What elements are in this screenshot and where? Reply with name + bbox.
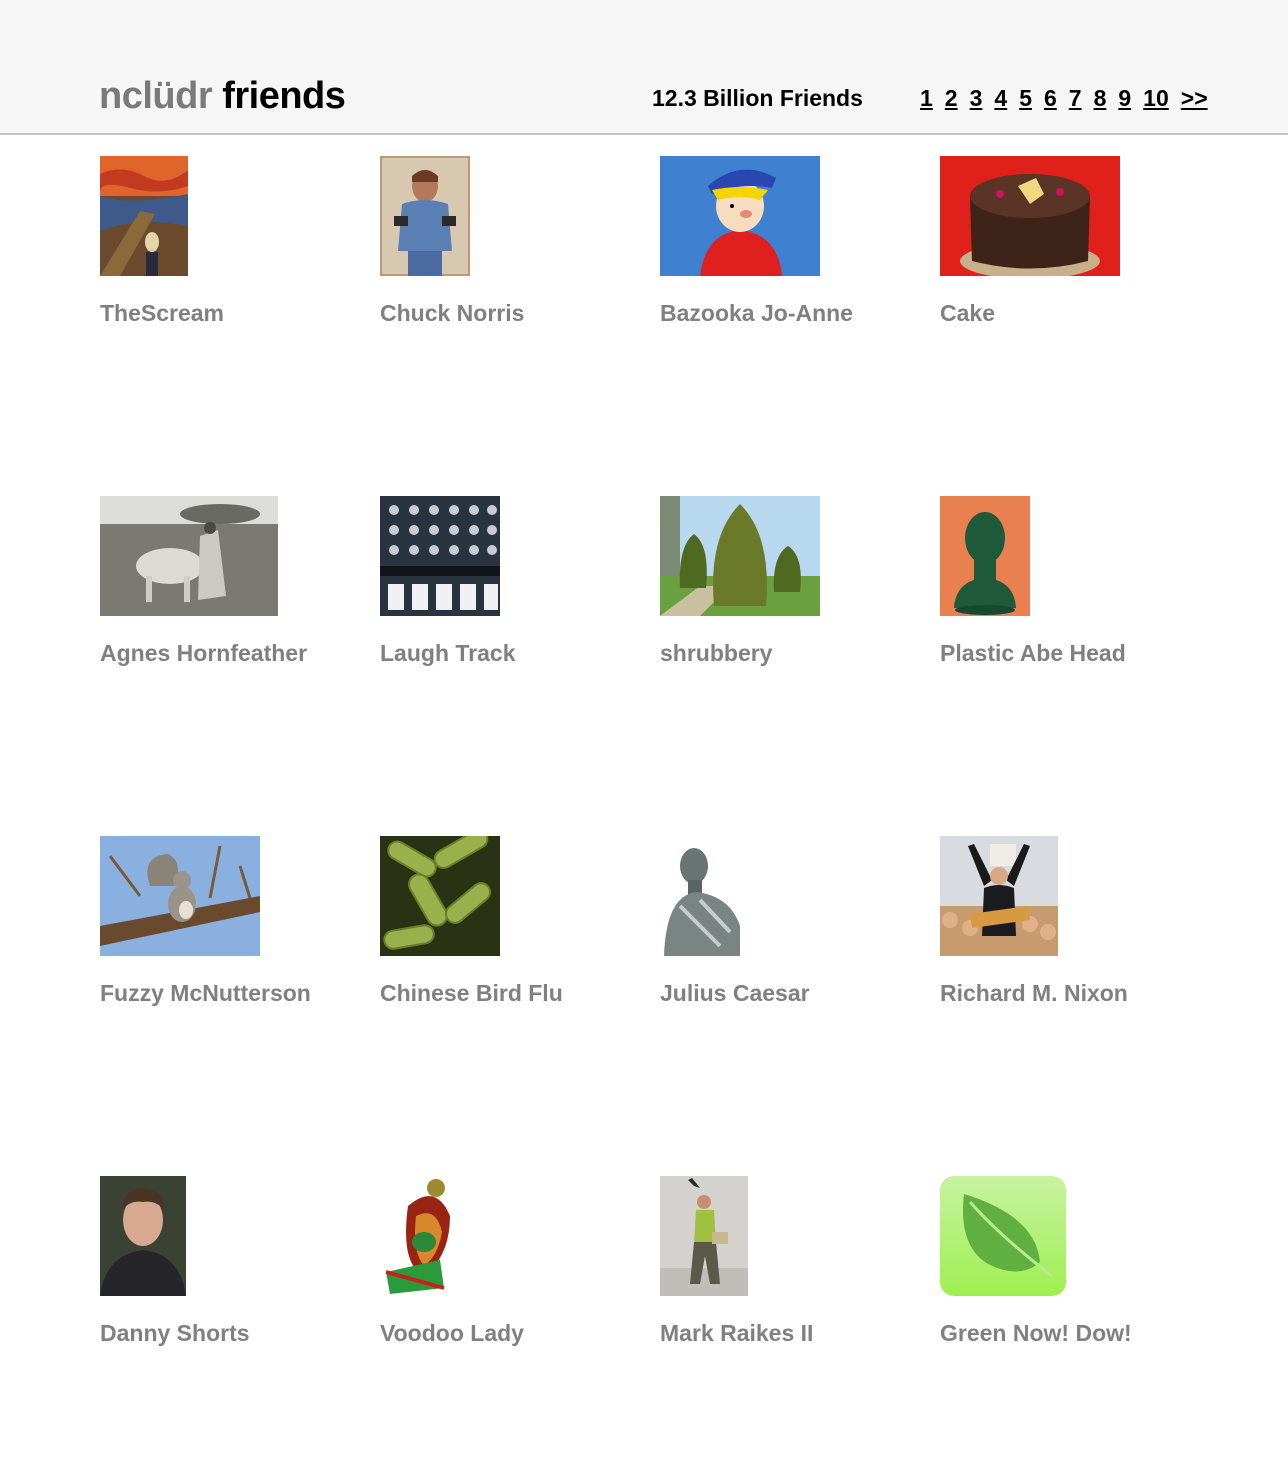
friend-name[interactable]: Green Now! Dow!	[940, 1319, 1132, 1347]
voodoo-figure-icon[interactable]	[380, 1176, 456, 1296]
friend-name[interactable]: Bazooka Jo-Anne	[660, 299, 853, 327]
friend-name[interactable]: Fuzzy McNutterson	[100, 979, 311, 1007]
friend-card[interactable]: shrubbery	[660, 496, 920, 696]
friend-name[interactable]: Laugh Track	[380, 639, 515, 667]
caesar-statue-icon[interactable]	[660, 836, 740, 956]
friends-grid: TheScream Chuck Norris Bazooka Jo-Anne C…	[0, 0, 1288, 1476]
nixon-rally-icon[interactable]	[940, 836, 1058, 956]
squirrel-icon[interactable]	[100, 836, 260, 956]
friend-card[interactable]: Chuck Norris	[380, 156, 640, 356]
friend-name[interactable]: Mark Raikes II	[660, 1319, 813, 1347]
friend-name[interactable]: Richard M. Nixon	[940, 979, 1128, 1007]
topiary-shrub-icon[interactable]	[660, 496, 820, 616]
friend-card[interactable]: Agnes Hornfeather	[100, 496, 360, 696]
friend-name[interactable]: Chuck Norris	[380, 299, 524, 327]
the-scream-painting-icon[interactable]	[100, 156, 188, 276]
friend-card[interactable]: Richard M. Nixon	[940, 836, 1200, 1036]
friend-name[interactable]: Danny Shorts	[100, 1319, 250, 1347]
friend-name[interactable]: Cake	[940, 299, 995, 327]
friend-card[interactable]: TheScream	[100, 156, 360, 356]
friend-card[interactable]: Fuzzy McNutterson	[100, 836, 360, 1036]
friend-card[interactable]: Green Now! Dow!	[940, 1176, 1200, 1376]
chocolate-cake-icon[interactable]	[940, 156, 1120, 276]
friend-name[interactable]: Voodoo Lady	[380, 1319, 524, 1347]
bacteria-icon[interactable]	[380, 836, 500, 956]
friend-card[interactable]: Voodoo Lady	[380, 1176, 640, 1376]
mixing-board-icon[interactable]	[380, 496, 500, 616]
friend-card[interactable]: Julius Caesar	[660, 836, 920, 1036]
friend-name[interactable]: Plastic Abe Head	[940, 639, 1126, 667]
friend-name[interactable]: TheScream	[100, 299, 224, 327]
green-bust-icon[interactable]	[940, 496, 1030, 616]
cartoon-kid-icon[interactable]	[660, 156, 820, 276]
friend-card[interactable]: Bazooka Jo-Anne	[660, 156, 920, 356]
man-standing-icon[interactable]	[660, 1176, 748, 1296]
man-portrait-icon[interactable]	[100, 1176, 186, 1296]
friend-card[interactable]: Cake	[940, 156, 1200, 356]
woman-with-cow-icon[interactable]	[100, 496, 278, 616]
friend-name[interactable]: Agnes Hornfeather	[100, 639, 307, 667]
friend-name[interactable]: Julius Caesar	[660, 979, 810, 1007]
friend-card[interactable]: Danny Shorts	[100, 1176, 360, 1376]
friend-name[interactable]: Chinese Bird Flu	[380, 979, 563, 1007]
friend-card[interactable]: Laugh Track	[380, 496, 640, 696]
chuck-norris-photo-icon[interactable]	[380, 156, 470, 276]
green-leaf-icon[interactable]	[940, 1176, 1066, 1296]
friend-card[interactable]: Mark Raikes II	[660, 1176, 920, 1376]
friend-card[interactable]: Chinese Bird Flu	[380, 836, 640, 1036]
friend-name[interactable]: shrubbery	[660, 639, 772, 667]
friend-card[interactable]: Plastic Abe Head	[940, 496, 1200, 696]
